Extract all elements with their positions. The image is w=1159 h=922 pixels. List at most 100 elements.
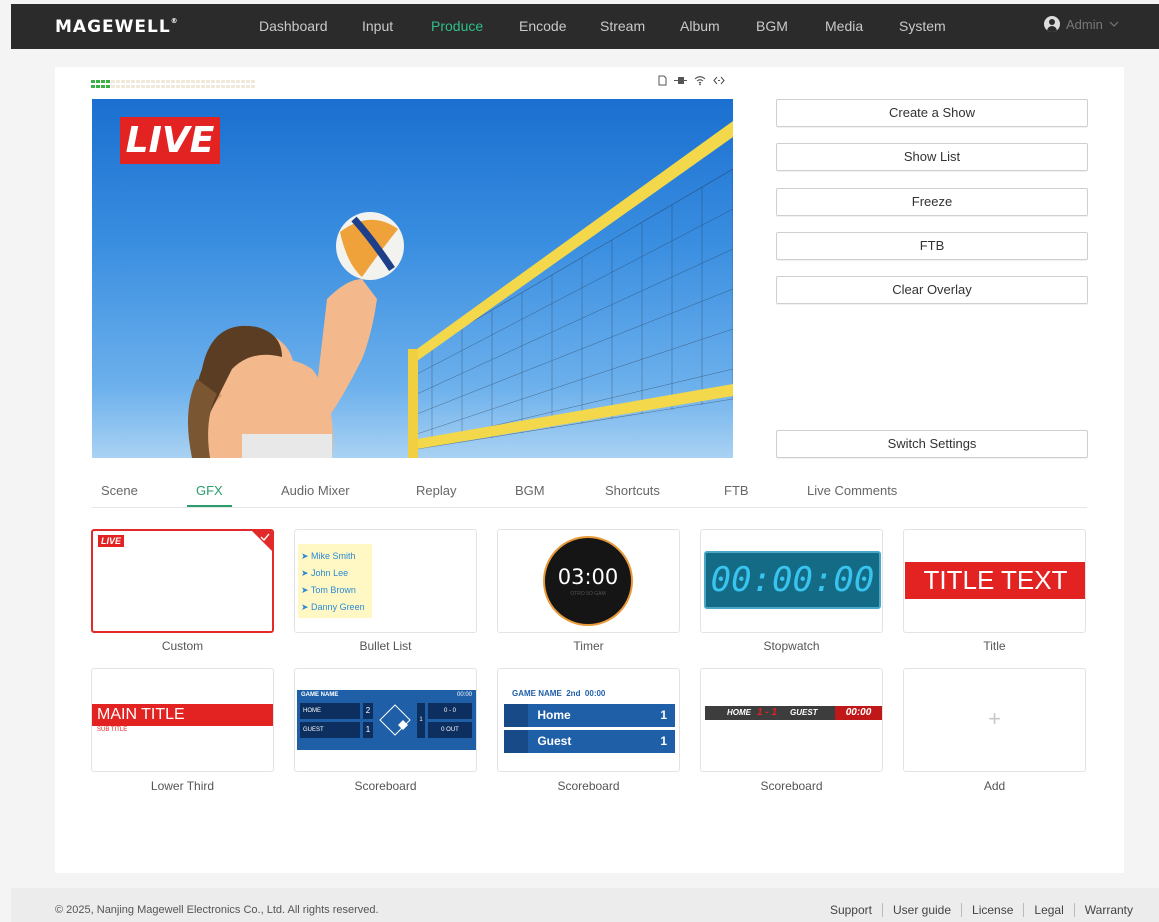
meter-segment (126, 85, 130, 88)
gfx-card-lower-third[interactable]: MAIN TITLE SUB TITLE (91, 668, 274, 772)
meter-segment (131, 85, 135, 88)
meter-segment (91, 85, 95, 88)
scoreboard-3-preview: HOME 1 - 1 GUEST 00:00 (705, 706, 882, 720)
footer-link-user-guide[interactable]: User guide (881, 903, 961, 917)
gfx-card-scoreboard-3[interactable]: HOME 1 - 1 GUEST 00:00 (700, 668, 883, 772)
produce-tabs: Scene GFX Audio Mixer Replay BGM Shortcu… (92, 479, 1087, 508)
meter-segment (126, 80, 130, 83)
tab-ftb[interactable]: FTB (724, 483, 749, 498)
meter-segment (176, 80, 180, 83)
meter-segment (176, 85, 180, 88)
meter-segment (146, 80, 150, 83)
nav-item-stream[interactable]: Stream (600, 18, 645, 34)
gfx-card-scoreboard-1[interactable]: GAME NAME 00:00 HOME GUEST 2 1 1 0 - 0 0… (294, 668, 477, 772)
nav-item-input[interactable]: Input (362, 18, 393, 34)
scoreboard-2-home-row: Home 1 (504, 704, 675, 727)
meter-segment (231, 85, 235, 88)
meter-segment (156, 80, 160, 83)
card-label-scoreboard-1: Scoreboard (354, 779, 417, 793)
card-label-scoreboard-3: Scoreboard (760, 779, 823, 793)
link-icon (713, 76, 725, 85)
meter-segment (156, 85, 160, 88)
bullet-item: Danny Green (311, 602, 365, 612)
meter-segment (136, 85, 140, 88)
meter-segment (241, 80, 245, 83)
gfx-card-title[interactable]: TITLE TEXT (903, 529, 1086, 633)
gfx-card-bullet-list[interactable]: ➤ Mike Smith ➤ John Lee ➤ Tom Brown ➤ Da… (294, 529, 477, 633)
audio-level-meter (91, 80, 256, 88)
user-name: Admin (1066, 16, 1103, 32)
stopwatch-display: 00:00:00 (704, 551, 881, 609)
footer-link-warranty[interactable]: Warranty (1073, 903, 1143, 917)
magewell-logo[interactable]: MAGEWELL® (55, 17, 179, 37)
meter-segment (181, 85, 185, 88)
meter-segment (246, 80, 250, 83)
custom-live-badge: LIVE (98, 535, 125, 547)
chevron-down-icon (1109, 21, 1119, 27)
meter-segment (211, 85, 215, 88)
meter-segment (111, 80, 115, 83)
user-avatar-icon (1044, 16, 1060, 32)
meter-segment (186, 80, 190, 83)
title-text-preview: TITLE TEXT (905, 562, 1085, 599)
meter-segment (96, 80, 100, 83)
tab-gfx[interactable]: GFX (196, 483, 223, 498)
create-show-button[interactable]: Create a Show (776, 99, 1088, 127)
nav-item-media[interactable]: Media (825, 18, 863, 34)
tab-scene[interactable]: Scene (101, 483, 138, 498)
meter-segment (106, 80, 110, 83)
meter-segment (151, 85, 155, 88)
meter-segment (191, 85, 195, 88)
timer-value: 03:00 (557, 565, 619, 589)
gfx-card-custom[interactable]: LIVE (91, 529, 274, 633)
meter-segment (161, 85, 165, 88)
meter-segment (136, 80, 140, 83)
footer-link-license[interactable]: License (961, 903, 1023, 917)
footer-link-support[interactable]: Support (820, 903, 882, 917)
show-list-button[interactable]: Show List (776, 143, 1088, 171)
sd-card-icon (658, 75, 667, 86)
nav-item-album[interactable]: Album (680, 18, 720, 34)
meter-segment (251, 80, 255, 83)
nav-item-system[interactable]: System (899, 18, 946, 34)
meter-segment (91, 80, 95, 83)
gfx-card-timer[interactable]: 03:00 OTRO 5O GAM (497, 529, 680, 633)
meter-segment (191, 80, 195, 83)
nav-item-encode[interactable]: Encode (519, 18, 566, 34)
tab-shortcuts[interactable]: Shortcuts (605, 483, 660, 498)
freeze-button[interactable]: Freeze (776, 188, 1088, 216)
tab-bgm[interactable]: BGM (515, 483, 545, 498)
nav-item-bgm[interactable]: BGM (756, 18, 788, 34)
gfx-card-stopwatch[interactable]: 00:00:00 (700, 529, 883, 633)
meter-segment (206, 80, 210, 83)
bullet-item: Tom Brown (310, 585, 356, 595)
meter-segment (116, 85, 120, 88)
meter-segment (166, 80, 170, 83)
meter-segment (151, 80, 155, 83)
meter-segment (211, 80, 215, 83)
meter-segment (111, 85, 115, 88)
meter-segment (231, 80, 235, 83)
page-footer: © 2025, Nanjing Magewell Electronics Co.… (11, 888, 1159, 922)
footer-link-legal[interactable]: Legal (1023, 903, 1073, 917)
meter-segment (116, 80, 120, 83)
footer-links: Support User guide License Legal Warrant… (820, 903, 1143, 917)
tab-replay[interactable]: Replay (416, 483, 456, 498)
clear-overlay-button[interactable]: Clear Overlay (776, 276, 1088, 304)
add-plus-icon: + (988, 706, 1001, 731)
top-nav-bar: MAGEWELL® Dashboard Input Produce Encode… (11, 4, 1159, 49)
user-menu[interactable]: Admin (1044, 16, 1119, 32)
tab-live-comments[interactable]: Live Comments (807, 483, 897, 498)
program-preview[interactable]: LIVE (92, 99, 733, 458)
ftb-button[interactable]: FTB (776, 232, 1088, 260)
switch-settings-button[interactable]: Switch Settings (776, 430, 1088, 458)
check-icon (260, 533, 270, 541)
gfx-card-scoreboard-2[interactable]: GAME NAME 2nd 00:00 Home 1 Guest 1 (497, 668, 680, 772)
nav-item-dashboard[interactable]: Dashboard (259, 18, 328, 34)
tab-audio-mixer[interactable]: Audio Mixer (281, 483, 350, 498)
nav-item-produce[interactable]: Produce (431, 18, 483, 34)
gfx-card-add[interactable]: + (903, 668, 1086, 772)
live-badge: LIVE (120, 117, 220, 164)
meter-segment (131, 80, 135, 83)
meter-segment (226, 80, 230, 83)
